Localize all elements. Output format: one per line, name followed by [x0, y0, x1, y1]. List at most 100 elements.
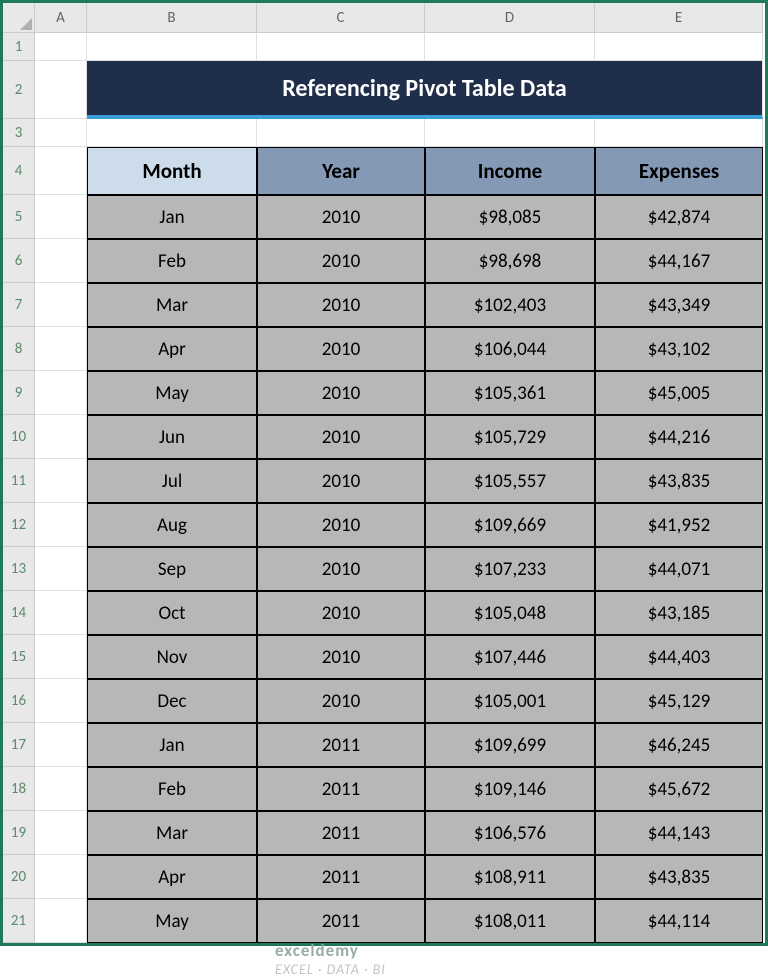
row-header-13[interactable]: 13: [3, 547, 35, 591]
header-month[interactable]: Month: [87, 147, 257, 195]
cell-E14[interactable]: $43,185: [595, 591, 763, 635]
cell-C21[interactable]: 2011: [257, 899, 425, 943]
cell-B20[interactable]: Apr: [87, 855, 257, 899]
cell-A15[interactable]: [35, 635, 87, 679]
cell-C13[interactable]: 2010: [257, 547, 425, 591]
col-header-A[interactable]: A: [35, 3, 87, 33]
col-header-D[interactable]: D: [425, 3, 595, 33]
cell-E7[interactable]: $43,349: [595, 283, 763, 327]
cell-E8[interactable]: $43,102: [595, 327, 763, 371]
cell-C1[interactable]: [257, 33, 425, 61]
cell-E16[interactable]: $45,129: [595, 679, 763, 723]
header-income[interactable]: Income: [425, 147, 595, 195]
cell-C7[interactable]: 2010: [257, 283, 425, 327]
row-header-9[interactable]: 9: [3, 371, 35, 415]
row-header-11[interactable]: 11: [3, 459, 35, 503]
cell-D14[interactable]: $105,048: [425, 591, 595, 635]
row-header-6[interactable]: 6: [3, 239, 35, 283]
cell-A9[interactable]: [35, 371, 87, 415]
row-header-19[interactable]: 19: [3, 811, 35, 855]
row-header-15[interactable]: 15: [3, 635, 35, 679]
row-header-12[interactable]: 12: [3, 503, 35, 547]
row-header-1[interactable]: 1: [3, 33, 35, 61]
col-header-C[interactable]: C: [257, 3, 425, 33]
cell-B18[interactable]: Feb: [87, 767, 257, 811]
cell-B1[interactable]: [87, 33, 257, 61]
cell-A17[interactable]: [35, 723, 87, 767]
cell-E17[interactable]: $46,245: [595, 723, 763, 767]
cell-C5[interactable]: 2010: [257, 195, 425, 239]
cell-C9[interactable]: 2010: [257, 371, 425, 415]
cell-D1[interactable]: [425, 33, 595, 61]
cell-B15[interactable]: Nov: [87, 635, 257, 679]
cell-C19[interactable]: 2011: [257, 811, 425, 855]
cell-D15[interactable]: $107,446: [425, 635, 595, 679]
cell-B7[interactable]: Mar: [87, 283, 257, 327]
cell-C20[interactable]: 2011: [257, 855, 425, 899]
cell-A1[interactable]: [35, 33, 87, 61]
cell-A10[interactable]: [35, 415, 87, 459]
col-header-E[interactable]: E: [595, 3, 763, 33]
row-header-21[interactable]: 21: [3, 899, 35, 943]
cell-A14[interactable]: [35, 591, 87, 635]
row-header-17[interactable]: 17: [3, 723, 35, 767]
row-header-10[interactable]: 10: [3, 415, 35, 459]
cell-C12[interactable]: 2010: [257, 503, 425, 547]
cell-C14[interactable]: 2010: [257, 591, 425, 635]
cell-D16[interactable]: $105,001: [425, 679, 595, 723]
cell-C15[interactable]: 2010: [257, 635, 425, 679]
cell-E21[interactable]: $44,114: [595, 899, 763, 943]
cell-D8[interactable]: $106,044: [425, 327, 595, 371]
cell-E12[interactable]: $41,952: [595, 503, 763, 547]
cell-A19[interactable]: [35, 811, 87, 855]
cell-D19[interactable]: $106,576: [425, 811, 595, 855]
cell-B8[interactable]: Apr: [87, 327, 257, 371]
cell-C6[interactable]: 2010: [257, 239, 425, 283]
cell-C8[interactable]: 2010: [257, 327, 425, 371]
row-header-16[interactable]: 16: [3, 679, 35, 723]
row-header-20[interactable]: 20: [3, 855, 35, 899]
cell-A18[interactable]: [35, 767, 87, 811]
cell-B9[interactable]: May: [87, 371, 257, 415]
cell-E10[interactable]: $44,216: [595, 415, 763, 459]
cell-A21[interactable]: [35, 899, 87, 943]
cell-D3[interactable]: [425, 119, 595, 147]
cell-A6[interactable]: [35, 239, 87, 283]
header-expenses[interactable]: Expenses: [595, 147, 763, 195]
cell-A3[interactable]: [35, 119, 87, 147]
row-header-7[interactable]: 7: [3, 283, 35, 327]
cell-D12[interactable]: $109,669: [425, 503, 595, 547]
col-header-B[interactable]: B: [87, 3, 257, 33]
cell-B6[interactable]: Feb: [87, 239, 257, 283]
cell-A20[interactable]: [35, 855, 87, 899]
cell-E3[interactable]: [595, 119, 763, 147]
cell-E13[interactable]: $44,071: [595, 547, 763, 591]
cell-D7[interactable]: $102,403: [425, 283, 595, 327]
cell-A7[interactable]: [35, 283, 87, 327]
cell-D17[interactable]: $109,699: [425, 723, 595, 767]
cell-B12[interactable]: Aug: [87, 503, 257, 547]
cell-B14[interactable]: Oct: [87, 591, 257, 635]
cell-D10[interactable]: $105,729: [425, 415, 595, 459]
cell-B21[interactable]: May: [87, 899, 257, 943]
cell-C11[interactable]: 2010: [257, 459, 425, 503]
cell-B13[interactable]: Sep: [87, 547, 257, 591]
cell-A13[interactable]: [35, 547, 87, 591]
cell-B17[interactable]: Jan: [87, 723, 257, 767]
cell-D6[interactable]: $98,698: [425, 239, 595, 283]
cell-D18[interactable]: $109,146: [425, 767, 595, 811]
cell-A11[interactable]: [35, 459, 87, 503]
row-header-3[interactable]: 3: [3, 119, 35, 147]
row-header-8[interactable]: 8: [3, 327, 35, 371]
cell-C18[interactable]: 2011: [257, 767, 425, 811]
cell-E1[interactable]: [595, 33, 763, 61]
cell-E11[interactable]: $43,835: [595, 459, 763, 503]
cell-B16[interactable]: Dec: [87, 679, 257, 723]
cell-E19[interactable]: $44,143: [595, 811, 763, 855]
cell-B3[interactable]: [87, 119, 257, 147]
cell-D5[interactable]: $98,085: [425, 195, 595, 239]
cell-B11[interactable]: Jul: [87, 459, 257, 503]
cell-E20[interactable]: $43,835: [595, 855, 763, 899]
cell-D13[interactable]: $107,233: [425, 547, 595, 591]
row-header-5[interactable]: 5: [3, 195, 35, 239]
